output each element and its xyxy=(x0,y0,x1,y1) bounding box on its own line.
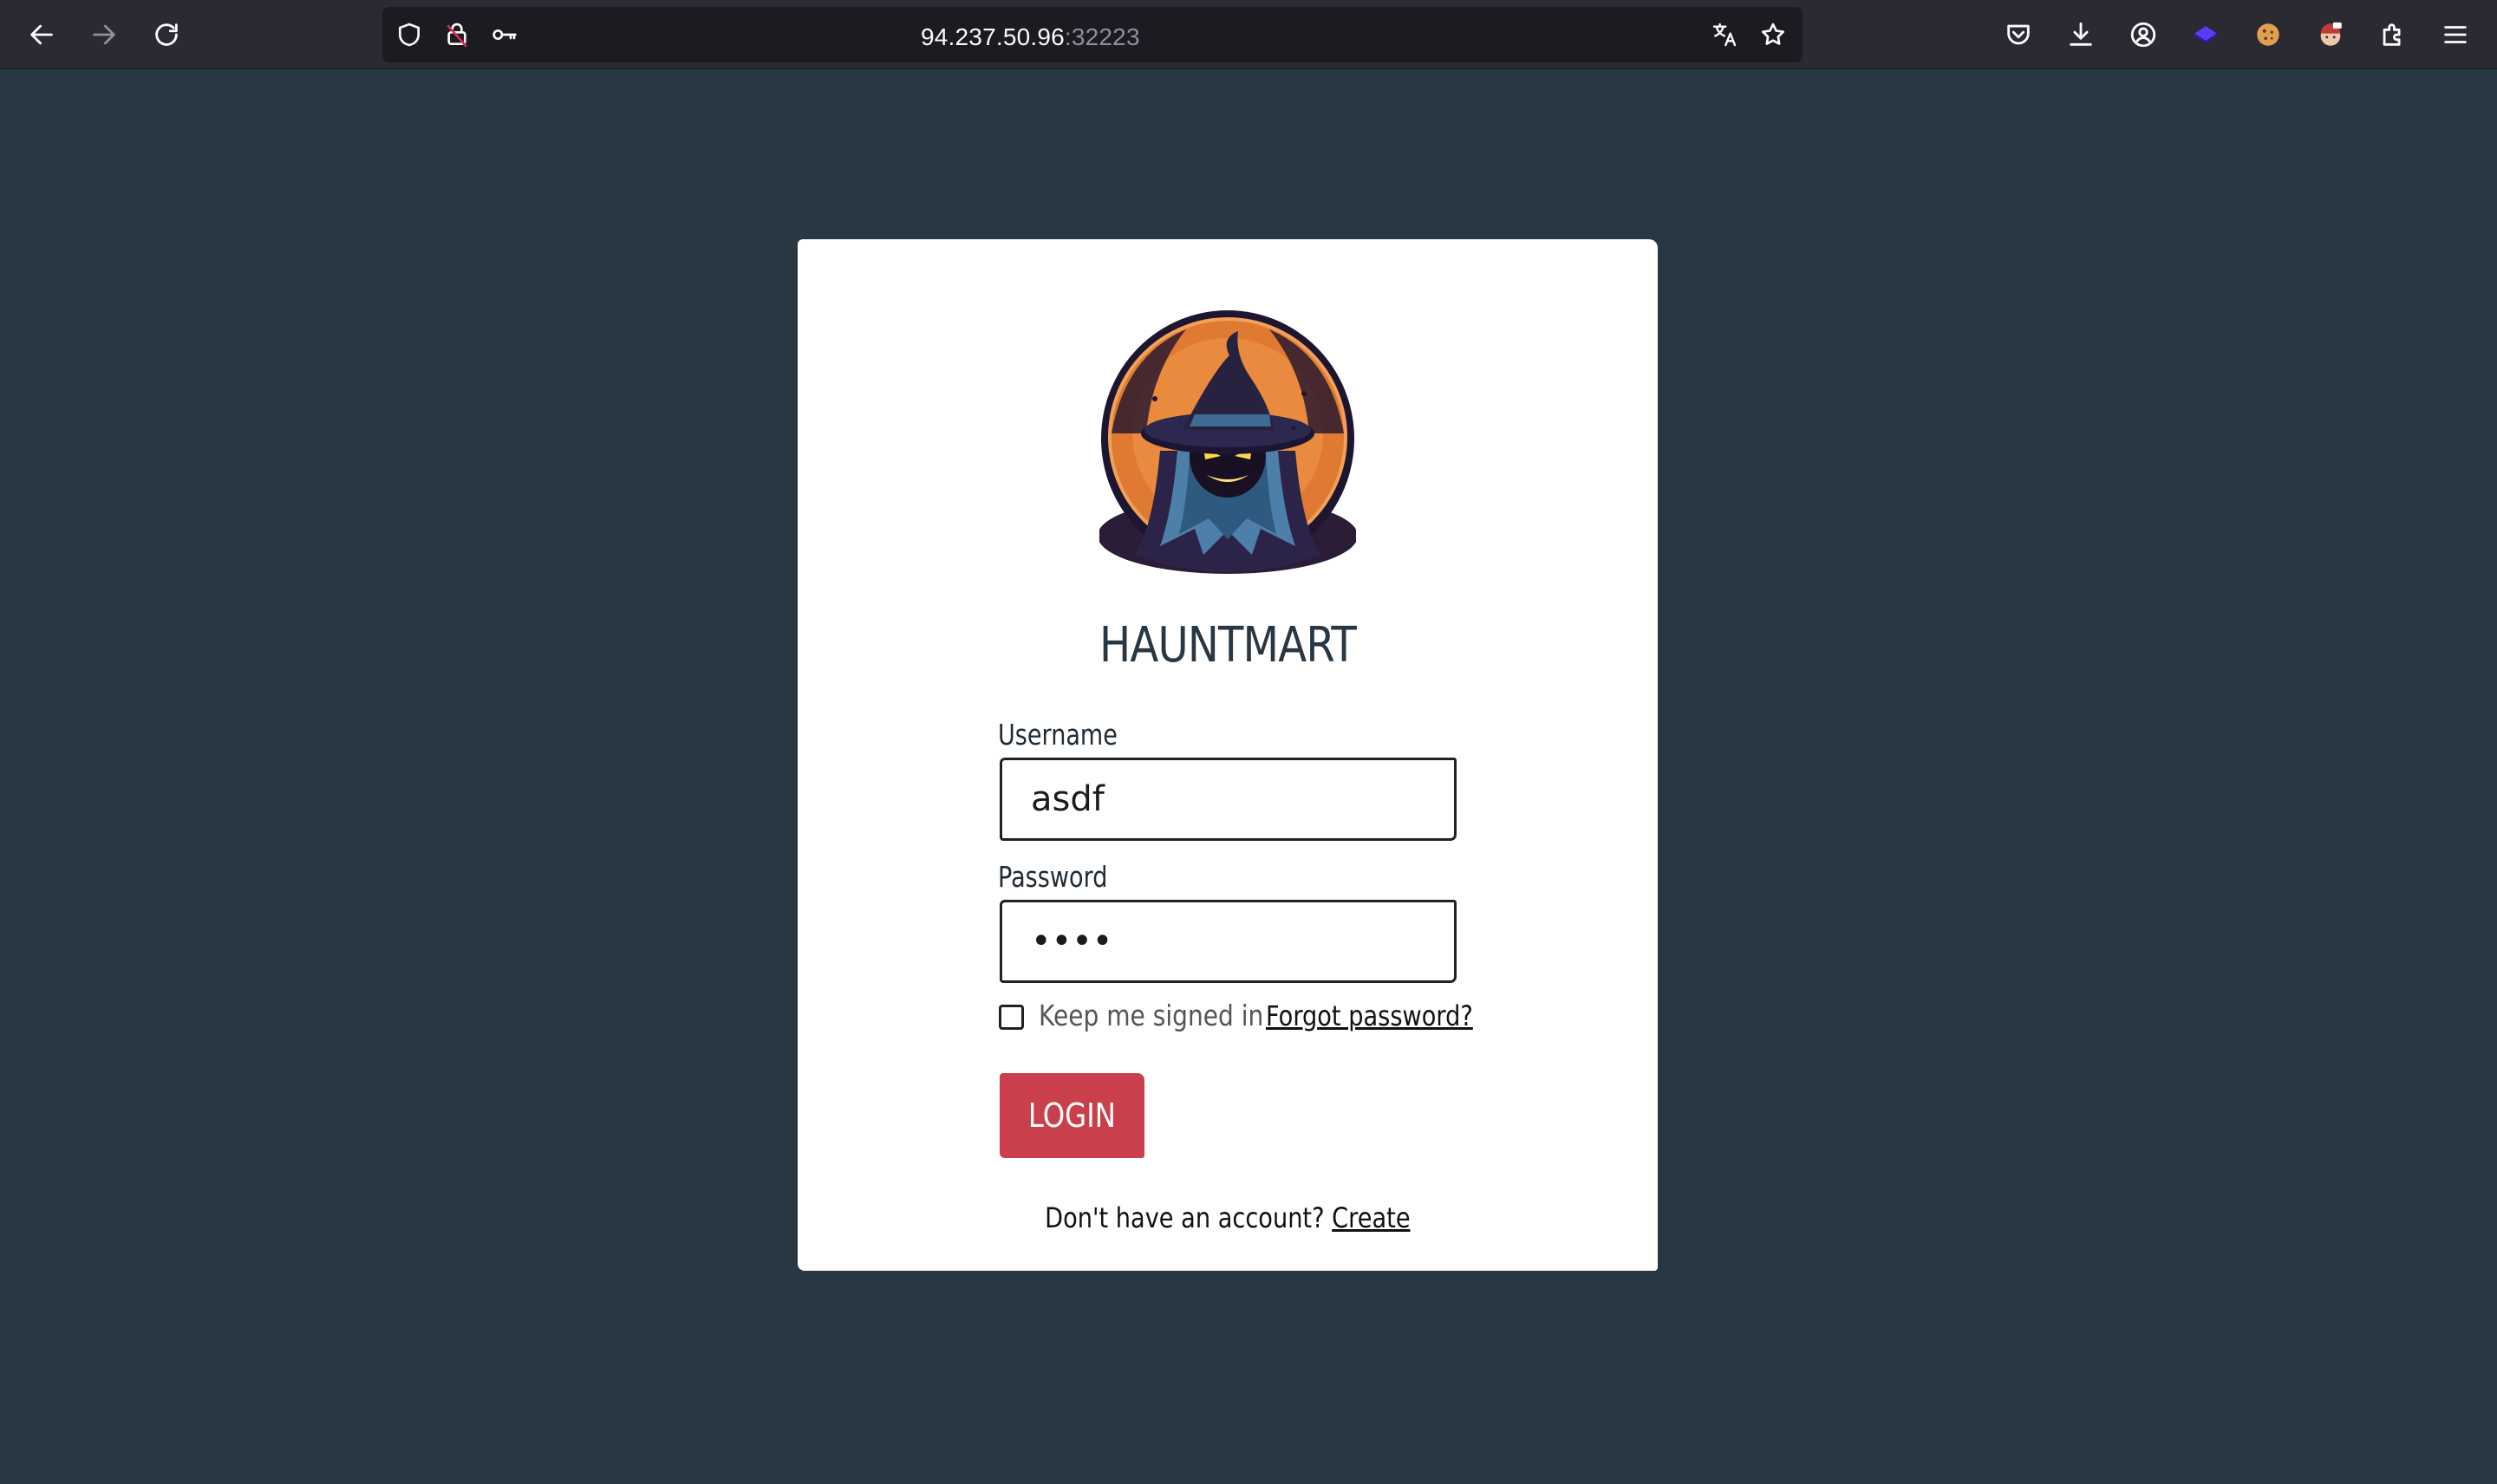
back-arrow-icon[interactable] xyxy=(23,16,61,54)
witch-logo-icon xyxy=(1098,303,1358,577)
account-icon[interactable] xyxy=(2124,16,2162,54)
puzzle-icon[interactable] xyxy=(2374,16,2412,54)
avatar-extension-icon[interactable] xyxy=(2311,16,2350,54)
password-label: Password xyxy=(998,860,1108,894)
url-text[interactable]: 94.237.50.96:32223 xyxy=(921,23,1140,51)
brand-title: HAUNTMART xyxy=(1099,617,1357,674)
forward-arrow-icon[interactable] xyxy=(85,16,123,54)
keep-signed-in-checkbox[interactable] xyxy=(999,1005,1024,1030)
username-label: Username xyxy=(998,718,1118,752)
signup-prompt-inner: Don't have an account? Create xyxy=(1045,1201,1410,1234)
extension-icon[interactable] xyxy=(2187,16,2225,54)
menu-icon[interactable] xyxy=(2436,16,2474,54)
login-button[interactable]: LOGIN xyxy=(1000,1073,1144,1158)
forgot-password-link[interactable]: Forgot password? xyxy=(1266,999,1473,1032)
lock-icon[interactable] xyxy=(441,19,473,50)
pocket-icon[interactable] xyxy=(1999,16,2037,54)
keep-signed-in-label[interactable]: Keep me signed in xyxy=(1039,999,1263,1032)
create-account-link[interactable]: Create xyxy=(1332,1201,1410,1234)
password-field-box xyxy=(1000,900,1457,983)
login-button-label: LOGIN xyxy=(1028,1097,1116,1135)
password-input[interactable] xyxy=(1002,902,1454,980)
cookie-icon[interactable] xyxy=(2249,16,2287,54)
username-field-box xyxy=(1000,758,1457,841)
url-bar[interactable]: 94.237.50.96:32223 xyxy=(382,7,1803,62)
username-input[interactable] xyxy=(1002,760,1454,838)
bookmark-star-icon[interactable] xyxy=(1757,19,1789,50)
translate-icon[interactable] xyxy=(1709,19,1740,50)
shield-icon[interactable] xyxy=(394,19,425,50)
url-port: :32223 xyxy=(1064,23,1140,50)
signup-prompt: Don't have an account? Create xyxy=(798,1201,1658,1234)
url-host: 94.237.50.96 xyxy=(921,23,1065,50)
reload-icon[interactable] xyxy=(147,16,186,54)
no-account-text: Don't have an account? xyxy=(1045,1201,1325,1234)
browser-toolbar: 94.237.50.96:32223 xyxy=(0,0,2497,69)
download-icon[interactable] xyxy=(2062,16,2100,54)
key-icon[interactable] xyxy=(488,19,519,50)
